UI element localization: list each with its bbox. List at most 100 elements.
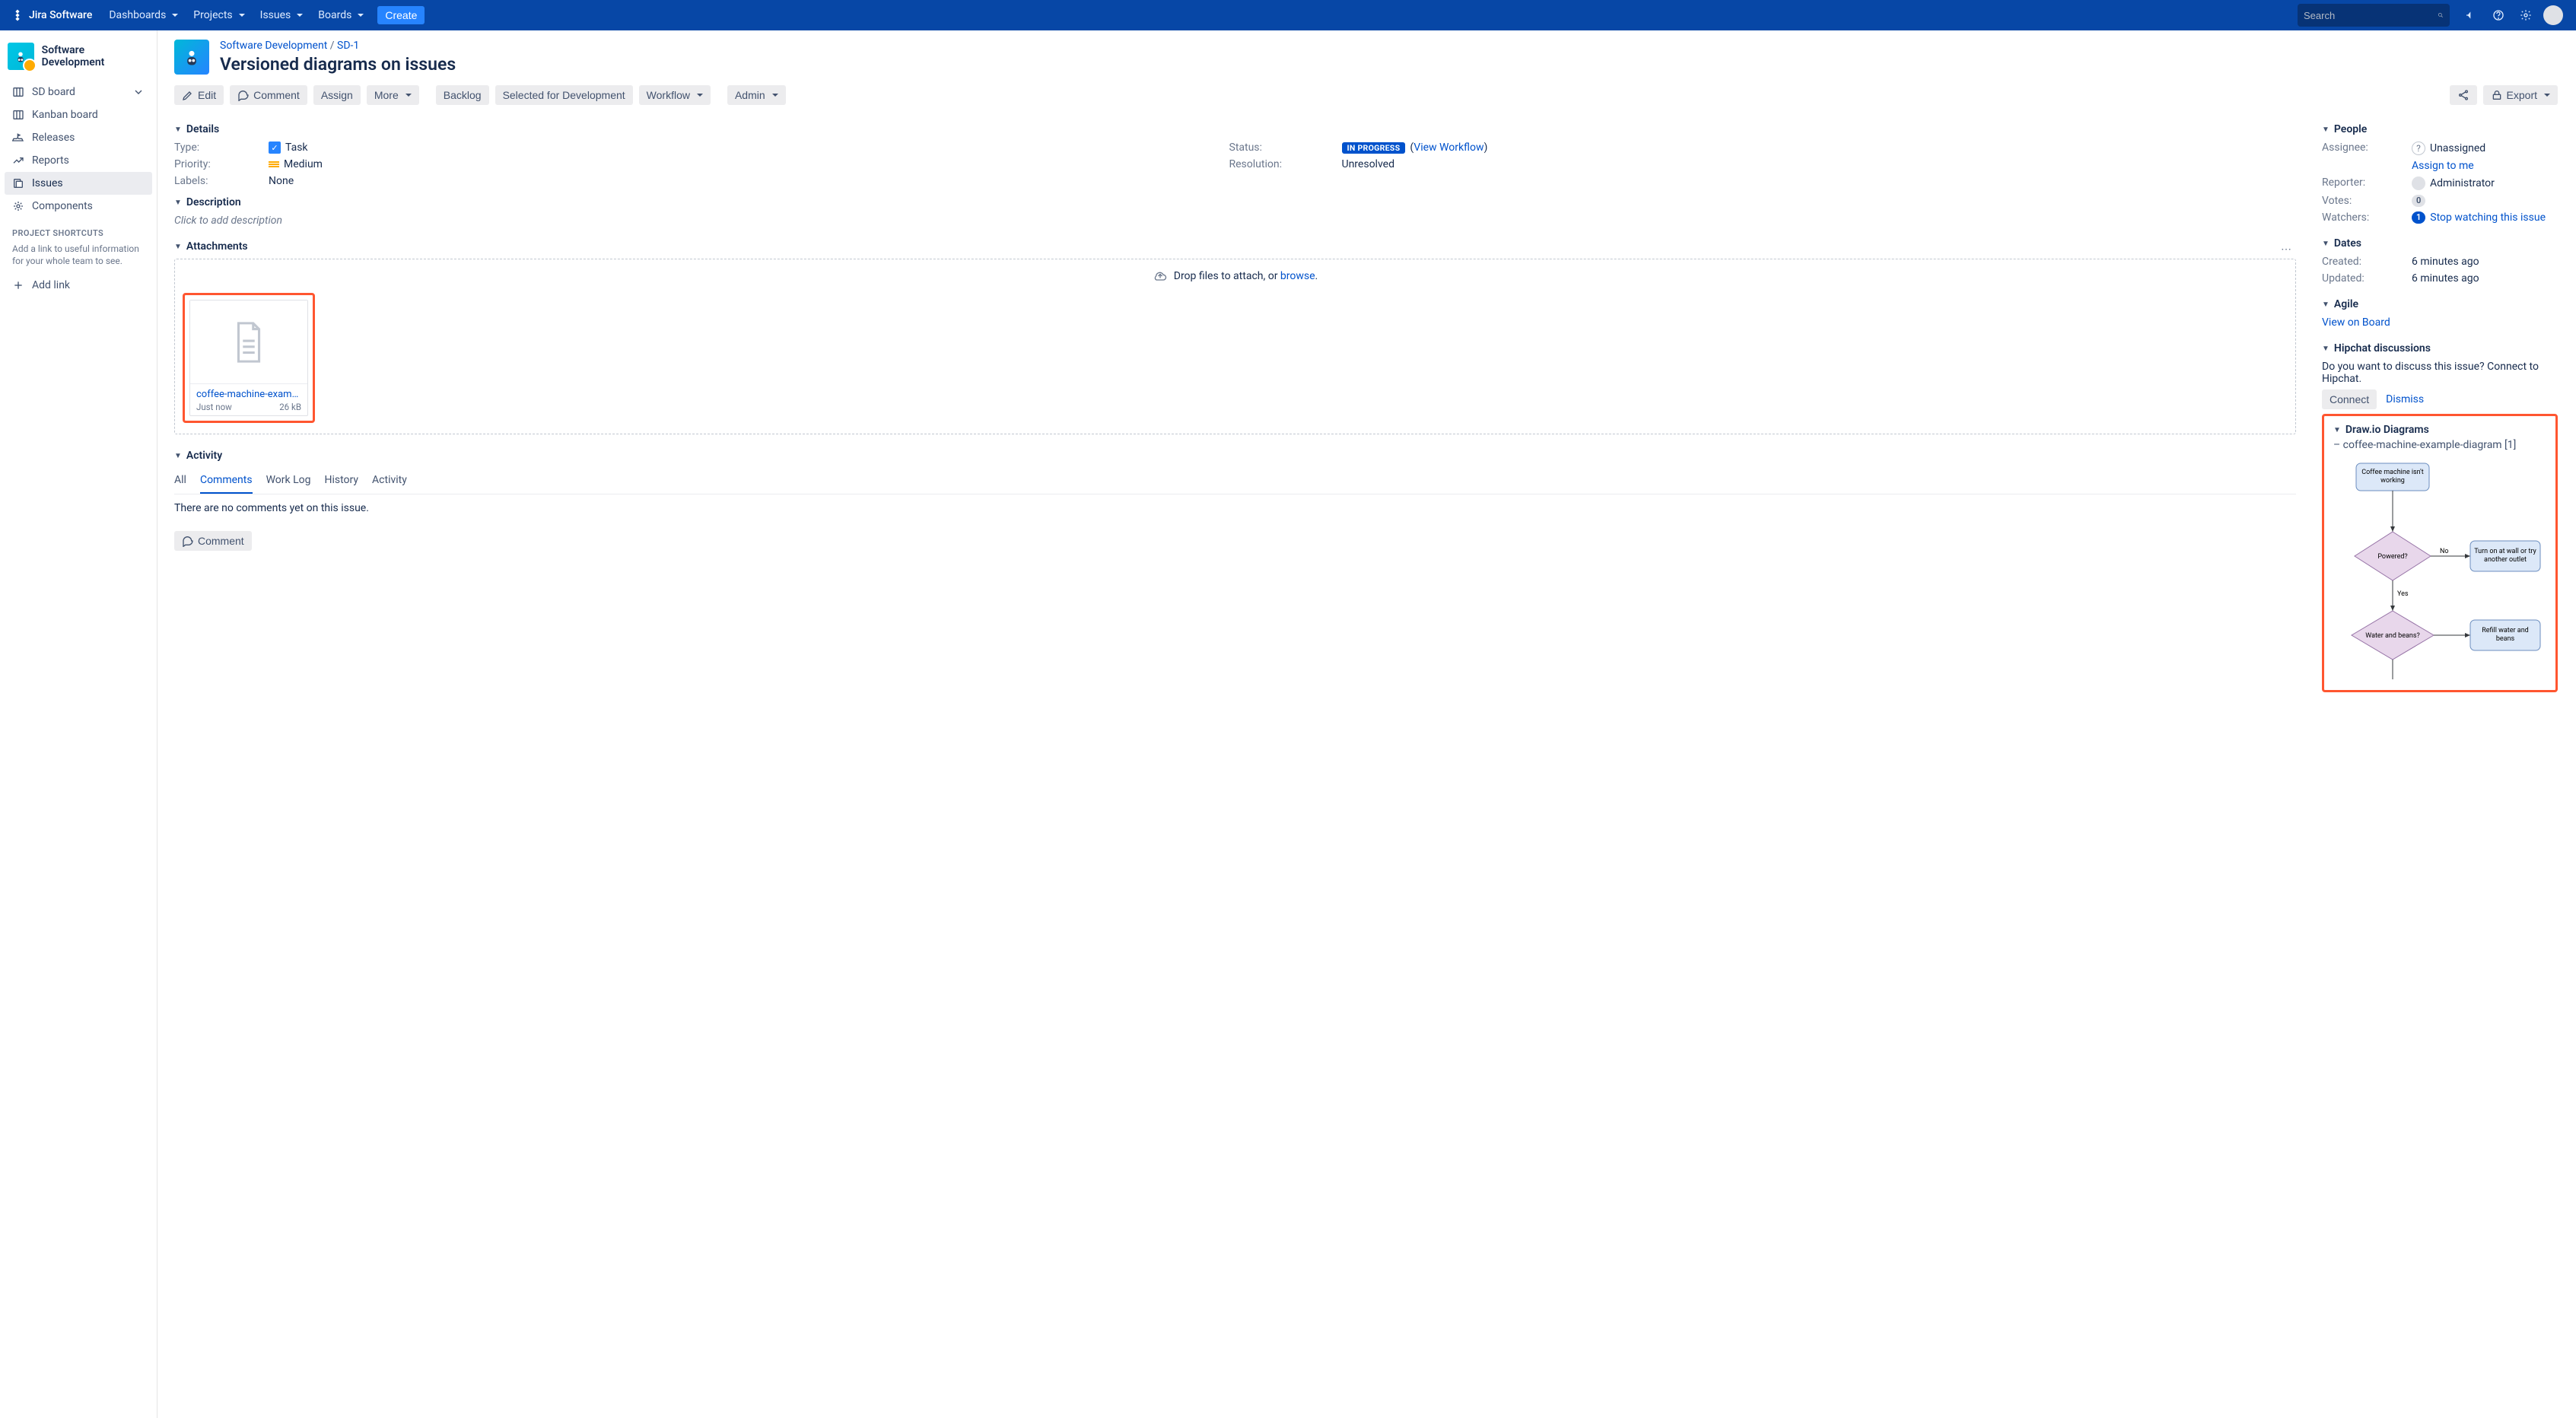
people-header[interactable]: ▼People	[2322, 123, 2558, 135]
breadcrumb-key[interactable]: SD-1	[337, 40, 359, 52]
sidebar-item-reports[interactable]: Reports	[5, 149, 152, 172]
selected-dev-button[interactable]: Selected for Development	[495, 85, 633, 105]
pencil-icon	[182, 89, 194, 101]
shortcuts-hint: Add a link to useful information for you…	[5, 241, 152, 275]
assign-to-me-link[interactable]: Assign to me	[2412, 160, 2474, 172]
logo-text: Jira Software	[29, 9, 92, 21]
hipchat-dismiss-link[interactable]: Dismiss	[2386, 393, 2424, 405]
issue-project-avatar	[174, 40, 209, 75]
tab-history[interactable]: History	[324, 468, 358, 494]
svg-text:Water and beans?: Water and beans?	[2365, 632, 2420, 640]
settings-icon[interactable]	[2514, 3, 2538, 27]
created-value: 6 minutes ago	[2412, 256, 2558, 268]
lock-icon	[2491, 89, 2503, 101]
svg-text:Yes: Yes	[2397, 590, 2409, 598]
assignee-label: Assignee:	[2322, 141, 2406, 155]
search-input[interactable]	[2304, 10, 2438, 21]
attachment-tile[interactable]: coffee-machine-example-… Just now 26 kB	[183, 293, 315, 423]
view-on-board-link[interactable]: View on Board	[2322, 316, 2390, 329]
share-icon	[2457, 89, 2469, 101]
tab-comments[interactable]: Comments	[200, 468, 253, 494]
add-link[interactable]: Add link	[5, 275, 152, 296]
description-placeholder[interactable]: Click to add description	[174, 215, 2296, 227]
agile-header[interactable]: ▼Agile	[2322, 298, 2558, 310]
admin-button[interactable]: Admin	[727, 85, 786, 105]
drawio-header[interactable]: ▼Draw.io Diagrams	[2333, 424, 2546, 436]
attachments-dropzone[interactable]: Drop files to attach, or browse. coffee-…	[174, 259, 2296, 434]
unassigned-icon: ?	[2412, 141, 2425, 155]
watchers-label: Watchers:	[2322, 211, 2406, 224]
updated-label: Updated:	[2322, 272, 2406, 285]
nav-dashboards[interactable]: Dashboards	[101, 0, 186, 30]
svg-text:No: No	[2440, 548, 2449, 555]
dates-header[interactable]: ▼Dates	[2322, 237, 2558, 250]
sidebar-item-issues[interactable]: Issues	[5, 172, 152, 195]
main-content: Software Development / SD-1 Versioned di…	[157, 30, 2576, 1418]
votes-value: 0	[2412, 195, 2558, 207]
tab-activity[interactable]: Activity	[372, 468, 407, 494]
priority-value: Medium	[269, 158, 1223, 170]
nav-issues[interactable]: Issues	[253, 0, 311, 30]
type-label: Type:	[174, 141, 262, 154]
attachments-more-icon[interactable]: ⋯	[2281, 243, 2291, 256]
attachment-time: Just now	[196, 402, 232, 412]
nav-projects[interactable]: Projects	[186, 0, 252, 30]
description-header[interactable]: ▼Description	[174, 196, 2296, 208]
project-avatar	[8, 43, 34, 70]
sidebar-item-components[interactable]: Components	[5, 195, 152, 218]
breadcrumb-project[interactable]: Software Development	[220, 40, 327, 52]
assign-button[interactable]: Assign	[313, 85, 361, 105]
search-box[interactable]	[2298, 4, 2450, 27]
tab-worklog[interactable]: Work Log	[266, 468, 311, 494]
activity-header[interactable]: ▼Activity	[174, 450, 2296, 462]
feedback-icon[interactable]	[2459, 3, 2483, 27]
attachment-name: coffee-machine-example-…	[196, 389, 301, 400]
export-button[interactable]: Export	[2483, 85, 2558, 105]
hipchat-connect-button[interactable]: Connect	[2322, 389, 2377, 409]
more-button[interactable]: More	[367, 85, 419, 105]
issue-toolbar: Edit Comment Assign More Backlog Selecte…	[174, 85, 2558, 105]
view-workflow-link[interactable]: View Workflow	[1414, 141, 1484, 154]
drop-hint: Drop files to attach, or browse.	[183, 269, 2288, 284]
drawio-item-title: – coffee-machine-example-diagram [1]	[2333, 439, 2546, 451]
sidebar-item-releases[interactable]: Releases	[5, 126, 152, 149]
sidebar-item-kanban[interactable]: Kanban board	[5, 103, 152, 126]
reporter-label: Reporter:	[2322, 176, 2406, 190]
type-value: ✓Task	[269, 141, 1223, 154]
breadcrumb: Software Development / SD-1	[220, 40, 456, 52]
drawio-panel: ▼Draw.io Diagrams – coffee-machine-examp…	[2322, 414, 2558, 692]
hipchat-prompt: Do you want to discuss this issue? Conne…	[2322, 361, 2558, 385]
priority-label: Priority:	[174, 158, 262, 170]
drawio-diagram[interactable]: Coffee machine isn'tworking Powered? No …	[2335, 459, 2545, 679]
speech-icon	[182, 535, 194, 547]
watchers-value: 1Stop watching this issue	[2412, 211, 2558, 224]
help-icon[interactable]	[2486, 3, 2511, 27]
votes-label: Votes:	[2322, 195, 2406, 207]
cloud-upload-icon	[1153, 269, 1168, 284]
jira-logo[interactable]: Jira Software	[11, 8, 92, 22]
details-header[interactable]: ▼Details	[174, 123, 2296, 135]
stop-watching-link[interactable]: Stop watching this issue	[2430, 211, 2546, 224]
edit-button[interactable]: Edit	[174, 85, 224, 105]
nav-boards[interactable]: Boards	[310, 0, 371, 30]
sidebar-item-board[interactable]: SD board	[5, 81, 152, 103]
search-icon	[2438, 9, 2444, 21]
avatar-icon	[2412, 176, 2425, 190]
resolution-label: Resolution:	[1229, 158, 1336, 170]
updated-value: 6 minutes ago	[2412, 272, 2558, 285]
add-comment-button[interactable]: Comment	[174, 531, 252, 551]
shortcuts-title: PROJECT SHORTCUTS	[5, 218, 152, 241]
share-button[interactable]	[2450, 85, 2477, 105]
workflow-button[interactable]: Workflow	[639, 85, 711, 105]
backlog-button[interactable]: Backlog	[436, 85, 489, 105]
browse-link[interactable]: browse	[1280, 270, 1315, 282]
attachment-size: 26 kB	[279, 402, 301, 412]
create-button[interactable]: Create	[377, 6, 425, 24]
tab-all[interactable]: All	[174, 468, 186, 494]
hipchat-header[interactable]: ▼Hipchat discussions	[2322, 342, 2558, 354]
sidebar: Software Development SD board Kanban boa…	[0, 30, 157, 1418]
comment-button-top[interactable]: Comment	[230, 85, 307, 105]
issue-title: Versioned diagrams on issues	[220, 54, 456, 75]
attachments-header[interactable]: ▼Attachments	[174, 240, 2296, 253]
user-avatar[interactable]	[2541, 3, 2565, 27]
